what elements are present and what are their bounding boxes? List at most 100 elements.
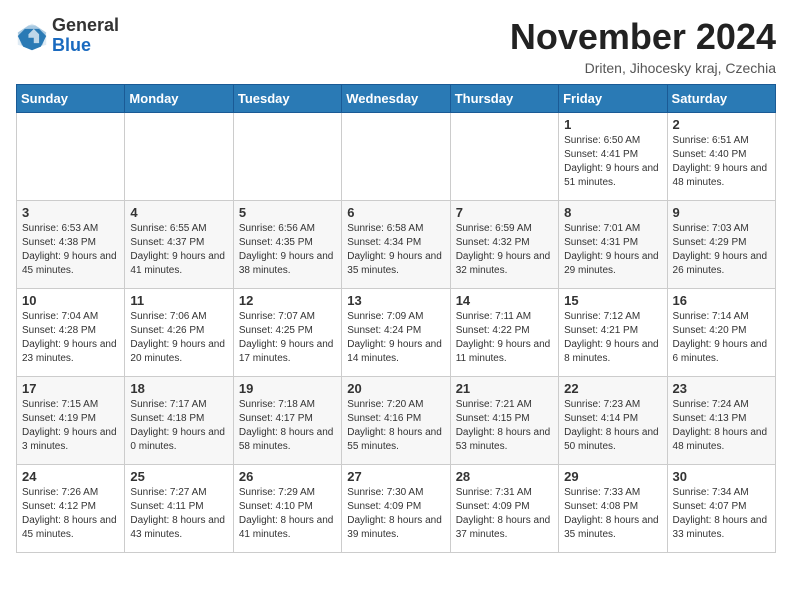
day-number: 14 bbox=[456, 293, 553, 308]
day-info: Sunrise: 7:03 AM Sunset: 4:29 PM Dayligh… bbox=[673, 222, 770, 278]
day-number: 16 bbox=[673, 293, 770, 308]
header-sunday: Sunday bbox=[17, 85, 125, 113]
title-block: November 2024 Driten, Jihocesky kraj, Cz… bbox=[510, 16, 776, 76]
day-number: 25 bbox=[130, 469, 227, 484]
day-number: 19 bbox=[239, 381, 336, 396]
day-info: Sunrise: 7:20 AM Sunset: 4:16 PM Dayligh… bbox=[347, 398, 444, 454]
day-number: 2 bbox=[673, 117, 770, 132]
day-cell-16: 16Sunrise: 7:14 AM Sunset: 4:20 PM Dayli… bbox=[667, 289, 775, 377]
location-subtitle: Driten, Jihocesky kraj, Czechia bbox=[510, 60, 776, 76]
day-cell-21: 21 Sunrise: 7:21 AM Sunset: 4:15 PM Dayli… bbox=[450, 377, 558, 465]
day-info: Sunrise: 7:34 AM Sunset: 4:07 PM Dayligh… bbox=[673, 486, 770, 542]
logo: General Blue bbox=[16, 16, 119, 56]
day-info: Sunrise: 6:56 AM Sunset: 4:35 PM Dayligh… bbox=[239, 222, 336, 278]
day-cell-29: 29 Sunrise: 7:33 AM Sunset: 4:08 PM Dayli… bbox=[559, 465, 667, 553]
day-cell-25: 25 Sunrise: 7:27 AM Sunset: 4:11 PM Dayli… bbox=[125, 465, 233, 553]
day-info: Sunrise: 7:31 AM Sunset: 4:09 PM Dayligh… bbox=[456, 486, 553, 542]
day-info: Sunrise: 7:17 AM Sunset: 4:18 PM Dayligh… bbox=[130, 398, 227, 454]
week-row-2: 3Sunrise: 6:53 AM Sunset: 4:38 PM Daylig… bbox=[17, 201, 776, 289]
day-cell-28: 28 Sunrise: 7:31 AM Sunset: 4:09 PM Dayli… bbox=[450, 465, 558, 553]
day-info: Sunrise: 7:24 AM Sunset: 4:13 PM Dayligh… bbox=[673, 398, 770, 454]
empty-cell bbox=[233, 113, 341, 201]
header-monday: Monday bbox=[125, 85, 233, 113]
day-cell-4: 4 Sunrise: 6:55 AM Sunset: 4:37 PM Daylig… bbox=[125, 201, 233, 289]
week-row-5: 24 Sunrise: 7:26 AM Sunset: 4:12 PM Dayli… bbox=[17, 465, 776, 553]
day-info: Sunrise: 6:50 AM Sunset: 4:41 PM Dayligh… bbox=[564, 134, 661, 190]
day-info: Sunrise: 6:55 AM Sunset: 4:37 PM Dayligh… bbox=[130, 222, 227, 278]
day-number: 7 bbox=[456, 205, 553, 220]
day-cell-7: 7 Sunrise: 6:59 AM Sunset: 4:32 PM Daylig… bbox=[450, 201, 558, 289]
logo-icon bbox=[16, 20, 48, 52]
day-number: 10 bbox=[22, 293, 119, 308]
day-number: 23 bbox=[673, 381, 770, 396]
day-cell-9: 9 Sunrise: 7:03 AM Sunset: 4:29 PM Daylig… bbox=[667, 201, 775, 289]
day-cell-13: 13Sunrise: 7:09 AM Sunset: 4:24 PM Dayli… bbox=[342, 289, 450, 377]
header-thursday: Thursday bbox=[450, 85, 558, 113]
day-number: 4 bbox=[130, 205, 227, 220]
calendar-body: 1Sunrise: 6:50 AM Sunset: 4:41 PM Daylig… bbox=[17, 113, 776, 553]
week-row-3: 10 Sunrise: 7:04 AM Sunset: 4:28 PM Dayli… bbox=[17, 289, 776, 377]
day-cell-23: 23 Sunrise: 7:24 AM Sunset: 4:13 PM Dayli… bbox=[667, 377, 775, 465]
day-cell-12: 12 Sunrise: 7:07 AM Sunset: 4:25 PM Dayli… bbox=[233, 289, 341, 377]
day-number: 12 bbox=[239, 293, 336, 308]
day-info: Sunrise: 6:53 AM Sunset: 4:38 PM Dayligh… bbox=[22, 222, 119, 278]
day-cell-5: 5Sunrise: 6:56 AM Sunset: 4:35 PM Daylig… bbox=[233, 201, 341, 289]
header-row: SundayMondayTuesdayWednesdayThursdayFrid… bbox=[17, 85, 776, 113]
day-number: 15 bbox=[564, 293, 661, 308]
day-info: Sunrise: 6:51 AM Sunset: 4:40 PM Dayligh… bbox=[673, 134, 770, 190]
day-number: 28 bbox=[456, 469, 553, 484]
logo-text: General Blue bbox=[52, 16, 119, 56]
header-friday: Friday bbox=[559, 85, 667, 113]
day-number: 26 bbox=[239, 469, 336, 484]
day-cell-18: 18 Sunrise: 7:17 AM Sunset: 4:18 PM Dayli… bbox=[125, 377, 233, 465]
day-cell-20: 20Sunrise: 7:20 AM Sunset: 4:16 PM Dayli… bbox=[342, 377, 450, 465]
day-cell-3: 3Sunrise: 6:53 AM Sunset: 4:38 PM Daylig… bbox=[17, 201, 125, 289]
empty-cell bbox=[450, 113, 558, 201]
day-number: 18 bbox=[130, 381, 227, 396]
empty-cell bbox=[125, 113, 233, 201]
day-number: 21 bbox=[456, 381, 553, 396]
day-info: Sunrise: 7:30 AM Sunset: 4:09 PM Dayligh… bbox=[347, 486, 444, 542]
day-number: 13 bbox=[347, 293, 444, 308]
day-number: 22 bbox=[564, 381, 661, 396]
day-cell-1: 1Sunrise: 6:50 AM Sunset: 4:41 PM Daylig… bbox=[559, 113, 667, 201]
day-info: Sunrise: 7:26 AM Sunset: 4:12 PM Dayligh… bbox=[22, 486, 119, 542]
day-info: Sunrise: 7:23 AM Sunset: 4:14 PM Dayligh… bbox=[564, 398, 661, 454]
empty-cell bbox=[17, 113, 125, 201]
day-cell-11: 11 Sunrise: 7:06 AM Sunset: 4:26 PM Dayli… bbox=[125, 289, 233, 377]
day-cell-2: 2 Sunrise: 6:51 AM Sunset: 4:40 PM Daylig… bbox=[667, 113, 775, 201]
day-number: 6 bbox=[347, 205, 444, 220]
day-info: Sunrise: 7:33 AM Sunset: 4:08 PM Dayligh… bbox=[564, 486, 661, 542]
day-cell-15: 15Sunrise: 7:12 AM Sunset: 4:21 PM Dayli… bbox=[559, 289, 667, 377]
day-info: Sunrise: 7:15 AM Sunset: 4:19 PM Dayligh… bbox=[22, 398, 119, 454]
day-number: 29 bbox=[564, 469, 661, 484]
day-cell-8: 8 Sunrise: 7:01 AM Sunset: 4:31 PM Daylig… bbox=[559, 201, 667, 289]
header-wednesday: Wednesday bbox=[342, 85, 450, 113]
day-info: Sunrise: 7:29 AM Sunset: 4:10 PM Dayligh… bbox=[239, 486, 336, 542]
day-info: Sunrise: 7:01 AM Sunset: 4:31 PM Dayligh… bbox=[564, 222, 661, 278]
day-info: Sunrise: 7:21 AM Sunset: 4:15 PM Dayligh… bbox=[456, 398, 553, 454]
day-number: 11 bbox=[130, 293, 227, 308]
day-number: 8 bbox=[564, 205, 661, 220]
day-cell-27: 27Sunrise: 7:30 AM Sunset: 4:09 PM Dayli… bbox=[342, 465, 450, 553]
day-info: Sunrise: 7:07 AM Sunset: 4:25 PM Dayligh… bbox=[239, 310, 336, 366]
day-cell-22: 22 Sunrise: 7:23 AM Sunset: 4:14 PM Dayli… bbox=[559, 377, 667, 465]
day-cell-6: 6 Sunrise: 6:58 AM Sunset: 4:34 PM Daylig… bbox=[342, 201, 450, 289]
day-cell-17: 17Sunrise: 7:15 AM Sunset: 4:19 PM Dayli… bbox=[17, 377, 125, 465]
day-info: Sunrise: 7:04 AM Sunset: 4:28 PM Dayligh… bbox=[22, 310, 119, 366]
page-header: General Blue November 2024 Driten, Jihoc… bbox=[16, 16, 776, 76]
week-row-1: 1Sunrise: 6:50 AM Sunset: 4:41 PM Daylig… bbox=[17, 113, 776, 201]
month-title: November 2024 bbox=[510, 16, 776, 58]
week-row-4: 17Sunrise: 7:15 AM Sunset: 4:19 PM Dayli… bbox=[17, 377, 776, 465]
day-info: Sunrise: 7:06 AM Sunset: 4:26 PM Dayligh… bbox=[130, 310, 227, 366]
day-number: 24 bbox=[22, 469, 119, 484]
day-info: Sunrise: 7:27 AM Sunset: 4:11 PM Dayligh… bbox=[130, 486, 227, 542]
header-saturday: Saturday bbox=[667, 85, 775, 113]
day-info: Sunrise: 6:59 AM Sunset: 4:32 PM Dayligh… bbox=[456, 222, 553, 278]
day-number: 30 bbox=[673, 469, 770, 484]
header-tuesday: Tuesday bbox=[233, 85, 341, 113]
day-info: Sunrise: 6:58 AM Sunset: 4:34 PM Dayligh… bbox=[347, 222, 444, 278]
day-cell-14: 14Sunrise: 7:11 AM Sunset: 4:22 PM Dayli… bbox=[450, 289, 558, 377]
day-number: 9 bbox=[673, 205, 770, 220]
day-cell-30: 30 Sunrise: 7:34 AM Sunset: 4:07 PM Dayli… bbox=[667, 465, 775, 553]
